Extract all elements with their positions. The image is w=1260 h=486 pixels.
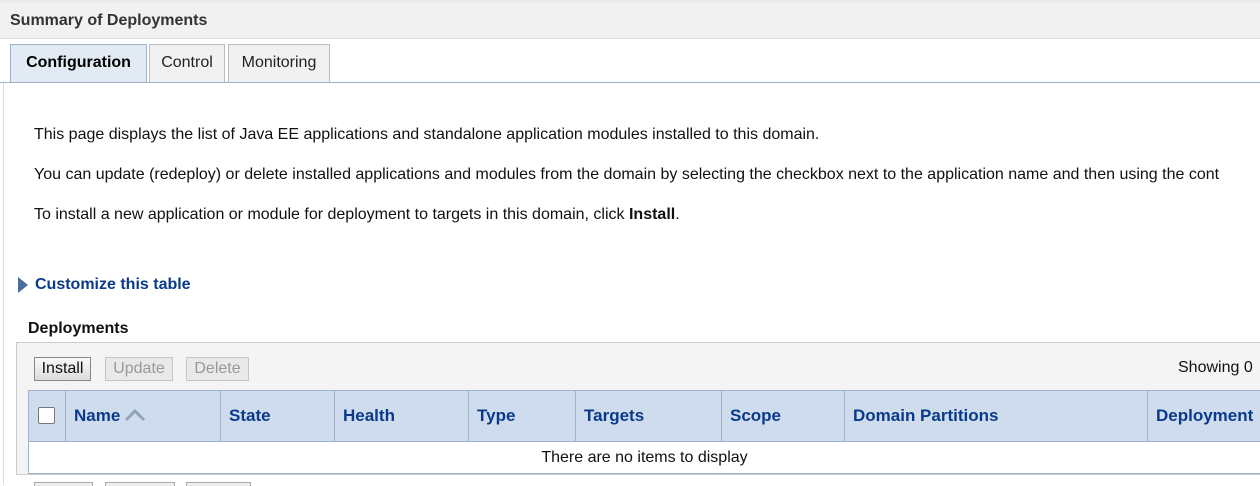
sort-ascending-icon[interactable] [124, 392, 146, 442]
select-all-checkbox[interactable] [38, 407, 55, 424]
tab-control[interactable]: Control [149, 44, 225, 82]
delete-button-bottom[interactable] [186, 482, 251, 486]
install-keyword: Install [628, 206, 676, 223]
customize-table-link[interactable]: Customize this table [18, 274, 191, 296]
header-select-all-cell [29, 391, 66, 441]
update-button-bottom[interactable] [105, 482, 175, 486]
column-domain-partitions[interactable]: Domain Partitions [845, 391, 1148, 441]
update-button[interactable]: Update [105, 357, 173, 381]
table-header: Name State Health Type Targets Scope Dom… [28, 390, 1260, 442]
pagination-status: Showing 0 [1178, 359, 1253, 376]
column-health[interactable]: Health [335, 391, 469, 441]
tab-configuration[interactable]: Configuration [10, 44, 147, 83]
column-name-label: Name [74, 406, 121, 425]
empty-table-message: There are no items to display [28, 442, 1260, 474]
column-name[interactable]: Name [66, 391, 221, 441]
column-state[interactable]: State [221, 391, 335, 441]
column-targets[interactable]: Targets [576, 391, 722, 441]
install-button[interactable]: Install [34, 357, 91, 381]
column-deployment-order[interactable]: Deployment [1148, 391, 1260, 441]
customize-table-label: Customize this table [35, 276, 191, 293]
delete-button[interactable]: Delete [186, 357, 249, 381]
intro-line-3-period: . [675, 206, 680, 223]
page-title: Summary of Deployments [0, 3, 1260, 39]
expand-arrow-icon [18, 277, 28, 293]
intro-line-2: You can update (redeploy) or delete inst… [34, 166, 1220, 183]
intro-line-3: To install a new application or module f… [34, 206, 680, 224]
deployments-title: Deployments [28, 320, 129, 337]
column-type[interactable]: Type [469, 391, 576, 441]
intro-line-1: This page displays the list of Java EE a… [34, 126, 820, 143]
column-scope[interactable]: Scope [722, 391, 845, 441]
install-button-bottom[interactable] [34, 482, 93, 486]
tab-monitoring[interactable]: Monitoring [228, 44, 330, 82]
intro-line-3-text: To install a new application or module f… [34, 206, 629, 223]
